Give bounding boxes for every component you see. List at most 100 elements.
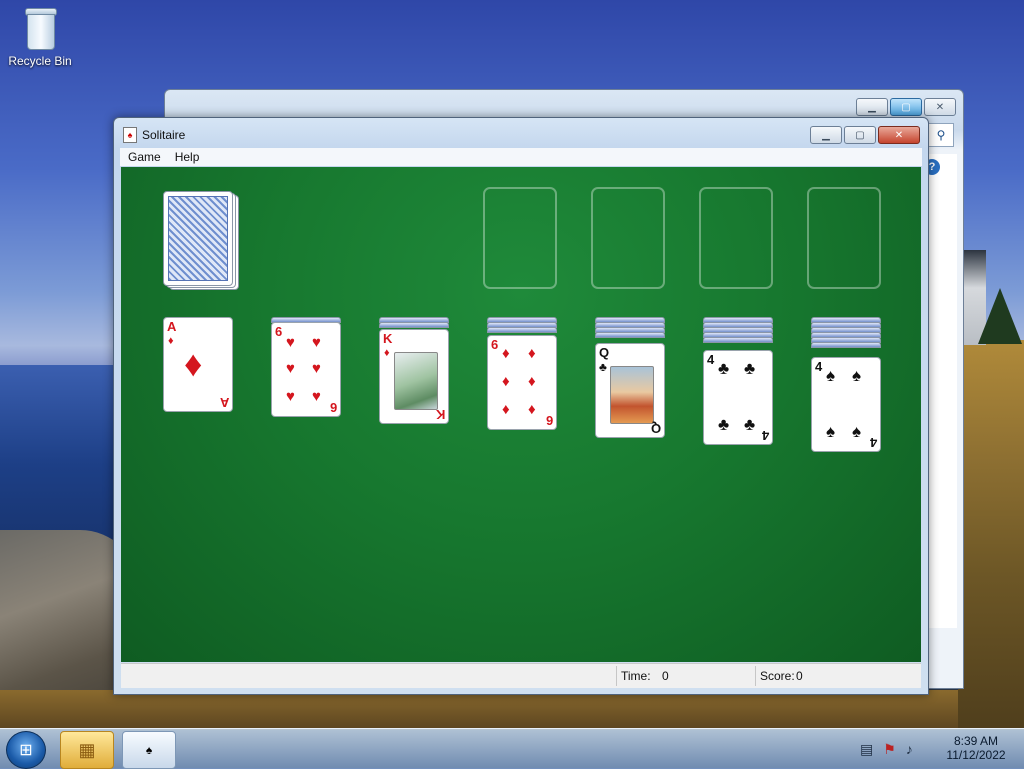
- tableau-5-hidden-card: [595, 332, 665, 338]
- diamond-icon: ♦: [502, 373, 510, 390]
- score-value: 0: [796, 669, 803, 683]
- diamond-icon: ♦: [528, 401, 536, 418]
- menu-bar: Game Help: [120, 148, 922, 166]
- menu-help[interactable]: Help: [169, 148, 206, 166]
- foundation-slot-3[interactable]: [699, 187, 773, 289]
- taskbar-explorer-button[interactable]: ▦: [60, 731, 114, 769]
- solitaire-icon: ♠: [145, 743, 153, 757]
- recycle-bin-icon: [23, 6, 57, 50]
- bg-search-button[interactable]: ⚲: [928, 123, 954, 147]
- heart-icon: ♥: [286, 388, 295, 405]
- clock-time: 8:39 AM: [953, 734, 999, 748]
- tableau-7-hidden-card: [811, 342, 881, 348]
- foundation-slot-2[interactable]: [591, 187, 665, 289]
- tableau-1-top-card[interactable]: A ♦ ♦ A: [163, 317, 233, 412]
- stock-card-back[interactable]: [163, 191, 233, 286]
- diamond-icon: ♦: [528, 373, 536, 390]
- tableau-6-hidden-card: [703, 337, 773, 343]
- card-rank: 6: [329, 400, 337, 415]
- action-center-flag-icon[interactable]: ⚑: [883, 741, 896, 758]
- stock-pile[interactable]: [163, 191, 239, 293]
- card-rank: 6: [491, 337, 499, 352]
- search-icon: ⚲: [936, 128, 946, 142]
- heart-icon: ♥: [286, 360, 295, 377]
- background-window-caption-buttons: ▁ ▢ ✕: [856, 98, 956, 116]
- close-icon: ✕: [894, 129, 904, 141]
- solitaire-app-icon: ♠: [123, 127, 137, 143]
- heart-icon: ♥: [312, 360, 321, 377]
- diamond-icon: ♦: [168, 335, 174, 347]
- card-rank: 4: [707, 352, 715, 367]
- bg-close-button[interactable]: ✕: [924, 98, 956, 116]
- minimize-icon: ▁: [822, 129, 830, 141]
- status-separator: [616, 666, 617, 686]
- system-tray: ▤ ⚑ ♪: [860, 733, 913, 765]
- tableau-2-top-card[interactable]: 6 ♥ ♥ ♥ ♥ ♥ ♥ 6: [271, 322, 341, 417]
- diamond-icon: ♦: [384, 347, 390, 359]
- window-title: Solitaire: [142, 128, 186, 142]
- solitaire-window[interactable]: ♠ Solitaire ▁ ▢ ✕ Game Help A ♦ ♦ A 6 ♥ …: [113, 117, 929, 695]
- queen-face-art: [610, 366, 654, 424]
- card-rank: Q: [599, 345, 610, 360]
- minimize-icon: ▁: [868, 101, 876, 113]
- minimize-button[interactable]: ▁: [810, 126, 842, 144]
- volume-icon[interactable]: ♪: [906, 741, 913, 757]
- taskbar-solitaire-button[interactable]: ♠: [122, 731, 176, 769]
- heart-icon: ♥: [312, 388, 321, 405]
- foundation-slot-1[interactable]: [483, 187, 557, 289]
- maximize-icon: ▢: [901, 101, 911, 113]
- tableau-4-top-card[interactable]: 6 ♦ ♦ ♦ ♦ ♦ ♦ 6: [487, 335, 557, 430]
- bg-minimize-button[interactable]: ▁: [856, 98, 888, 116]
- close-icon: ✕: [935, 101, 945, 113]
- tableau-5-top-card[interactable]: Q ♣ Q: [595, 343, 665, 438]
- diamond-icon: ♦: [502, 401, 510, 418]
- taskbar: ⊞ ▦ ♠ ▤ ⚑ ♪ 8:39 AM 11/12/2022: [0, 728, 1024, 769]
- card-rank: K: [435, 407, 445, 422]
- club-icon: ♣: [744, 359, 756, 378]
- desktop-wallpaper-shore: [0, 690, 1024, 730]
- menu-game[interactable]: Game: [122, 148, 167, 166]
- tableau-6-top-card[interactable]: 4 ♣ ♣ ♣ ♣ 4: [703, 350, 773, 445]
- close-button[interactable]: ✕: [878, 126, 920, 144]
- club-icon: ♣: [744, 415, 756, 434]
- bg-maximize-button[interactable]: ▢: [890, 98, 922, 116]
- tableau-3-hidden-card: [379, 322, 449, 328]
- desktop-wallpaper-tree: [978, 288, 1022, 344]
- card-rank: A: [167, 319, 177, 334]
- diamond-icon: ♦: [502, 345, 510, 362]
- card-rank: A: [219, 395, 229, 410]
- tableau-3-top-card[interactable]: K ♦ K: [379, 329, 449, 424]
- card-rank: 4: [869, 435, 877, 450]
- spade-icon: ♠: [852, 422, 862, 441]
- maximize-icon: ▢: [855, 129, 865, 141]
- status-separator: [755, 666, 756, 686]
- tableau-7-top-card[interactable]: 4 ♠ ♠ ♠ ♠ 4: [811, 357, 881, 452]
- tableau-4-hidden-card: [487, 327, 557, 333]
- window-caption-buttons: ▁ ▢ ✕: [810, 126, 920, 144]
- recycle-bin-label: Recycle Bin: [8, 54, 72, 68]
- card-rank: K: [383, 331, 393, 346]
- heart-icon: ♥: [312, 334, 321, 351]
- status-bar: Time: 0 Score: 0: [121, 663, 921, 688]
- clock[interactable]: 8:39 AM 11/12/2022: [936, 734, 1016, 762]
- maximize-button[interactable]: ▢: [844, 126, 876, 144]
- king-face-art: [394, 352, 438, 410]
- club-icon: ♣: [718, 359, 730, 378]
- background-window-content: [928, 154, 957, 628]
- network-icon[interactable]: ▤: [860, 741, 873, 758]
- game-board[interactable]: A ♦ ♦ A 6 ♥ ♥ ♥ ♥ ♥ ♥ 6 K ♦ K 6 ♦ ♦ ♦ ♦ …: [121, 167, 921, 662]
- recycle-bin[interactable]: Recycle Bin: [6, 6, 74, 68]
- clock-date: 11/12/2022: [946, 748, 1006, 762]
- score-label: Score:: [760, 669, 795, 683]
- card-rank: 6: [545, 413, 553, 428]
- windows-logo-icon: ⊞: [19, 742, 33, 759]
- heart-icon: ♥: [286, 334, 295, 351]
- club-icon: ♣: [718, 415, 730, 434]
- card-rank: Q: [650, 421, 661, 436]
- start-button[interactable]: ⊞: [6, 731, 46, 769]
- title-bar[interactable]: ♠ Solitaire: [114, 118, 928, 148]
- desktop-wallpaper-hill: [958, 340, 1024, 730]
- foundation-slot-4[interactable]: [807, 187, 881, 289]
- diamond-icon: ♦: [184, 343, 203, 384]
- card-rank: 4: [761, 428, 769, 443]
